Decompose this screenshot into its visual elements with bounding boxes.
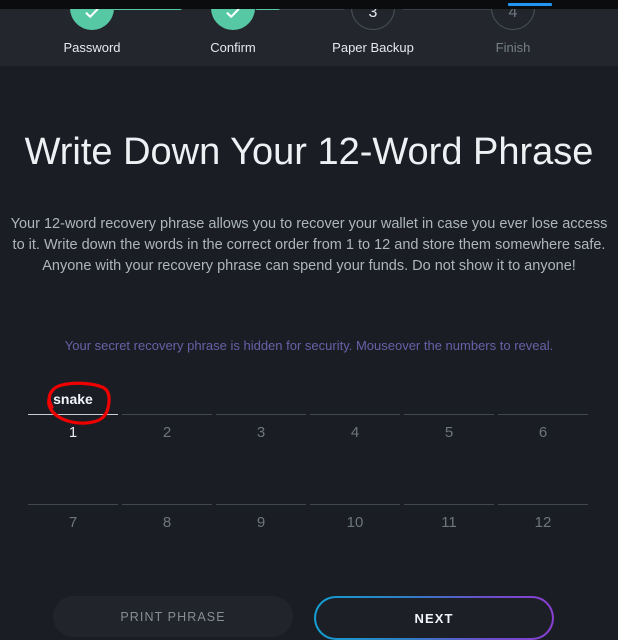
word-index: 3 xyxy=(256,424,266,441)
page-loading-indicator xyxy=(508,3,552,6)
word-index: 11 xyxy=(441,514,457,531)
word-row: snake 1 2 3 4 5 6 xyxy=(28,384,590,474)
word-value xyxy=(216,384,306,414)
word-row: 7 8 9 10 11 12 xyxy=(28,474,590,564)
word-underline xyxy=(216,414,306,415)
word-slot-1[interactable]: snake 1 xyxy=(28,384,118,474)
word-underline xyxy=(498,414,588,415)
step-label-password: Password xyxy=(63,40,121,55)
word-index: 1 xyxy=(68,424,78,441)
word-index: 6 xyxy=(538,424,548,441)
word-value xyxy=(310,384,400,414)
word-underline xyxy=(404,504,494,505)
word-underline xyxy=(122,414,212,415)
word-slot-11[interactable]: 11 xyxy=(404,474,494,564)
word-index: 5 xyxy=(444,424,454,441)
word-value xyxy=(28,474,118,504)
word-value xyxy=(216,474,306,504)
word-slot-4[interactable]: 4 xyxy=(310,384,400,474)
next-button-label: NEXT xyxy=(316,598,552,638)
progress-stepper: 3 4 Password Confirm Paper Backup Finish xyxy=(0,0,618,66)
word-index: 7 xyxy=(68,514,78,531)
word-slot-7[interactable]: 7 xyxy=(28,474,118,564)
word-slot-8[interactable]: 8 xyxy=(122,474,212,564)
word-slot-5[interactable]: 5 xyxy=(404,384,494,474)
word-value: snake xyxy=(53,391,93,407)
word-value xyxy=(404,384,494,414)
next-button[interactable]: NEXT xyxy=(314,596,554,640)
step-label-finish: Finish xyxy=(495,40,531,55)
word-value xyxy=(498,474,588,504)
word-value xyxy=(498,384,588,414)
word-index: 4 xyxy=(350,424,360,441)
word-underline xyxy=(310,414,400,415)
word-index: 10 xyxy=(346,514,364,531)
word-index: 2 xyxy=(162,424,172,441)
footer-actions: PRINT PHRASE NEXT xyxy=(0,590,618,640)
word-underline xyxy=(28,414,118,415)
step-label-paper-backup: Paper Backup xyxy=(332,40,414,55)
recovery-phrase-grid: snake 1 2 3 4 5 6 7 8 9 10 11 12 xyxy=(28,384,590,564)
word-underline xyxy=(404,414,494,415)
page-title: Write Down Your 12-Word Phrase xyxy=(24,131,594,173)
word-value xyxy=(122,384,212,414)
main-content: Write Down Your 12-Word Phrase Your 12-w… xyxy=(0,66,618,640)
word-underline xyxy=(216,504,306,505)
word-value xyxy=(122,474,212,504)
word-underline xyxy=(498,504,588,505)
word-underline xyxy=(122,504,212,505)
word-slot-6[interactable]: 6 xyxy=(498,384,588,474)
security-hint-text: Your secret recovery phrase is hidden fo… xyxy=(64,338,554,353)
word-index: 12 xyxy=(534,514,552,531)
word-underline xyxy=(310,504,400,505)
step-label-confirm: Confirm xyxy=(210,40,256,55)
word-underline xyxy=(28,504,118,505)
word-slot-10[interactable]: 10 xyxy=(310,474,400,564)
word-slot-12[interactable]: 12 xyxy=(498,474,588,564)
word-slot-2[interactable]: 2 xyxy=(122,384,212,474)
word-slot-9[interactable]: 9 xyxy=(216,474,306,564)
word-value xyxy=(404,474,494,504)
word-index: 9 xyxy=(256,514,266,531)
print-phrase-button[interactable]: PRINT PHRASE xyxy=(53,596,293,637)
word-index: 8 xyxy=(162,514,172,531)
word-value xyxy=(310,474,400,504)
description-text: Your 12-word recovery phrase allows you … xyxy=(10,216,608,274)
word-slot-3[interactable]: 3 xyxy=(216,384,306,474)
